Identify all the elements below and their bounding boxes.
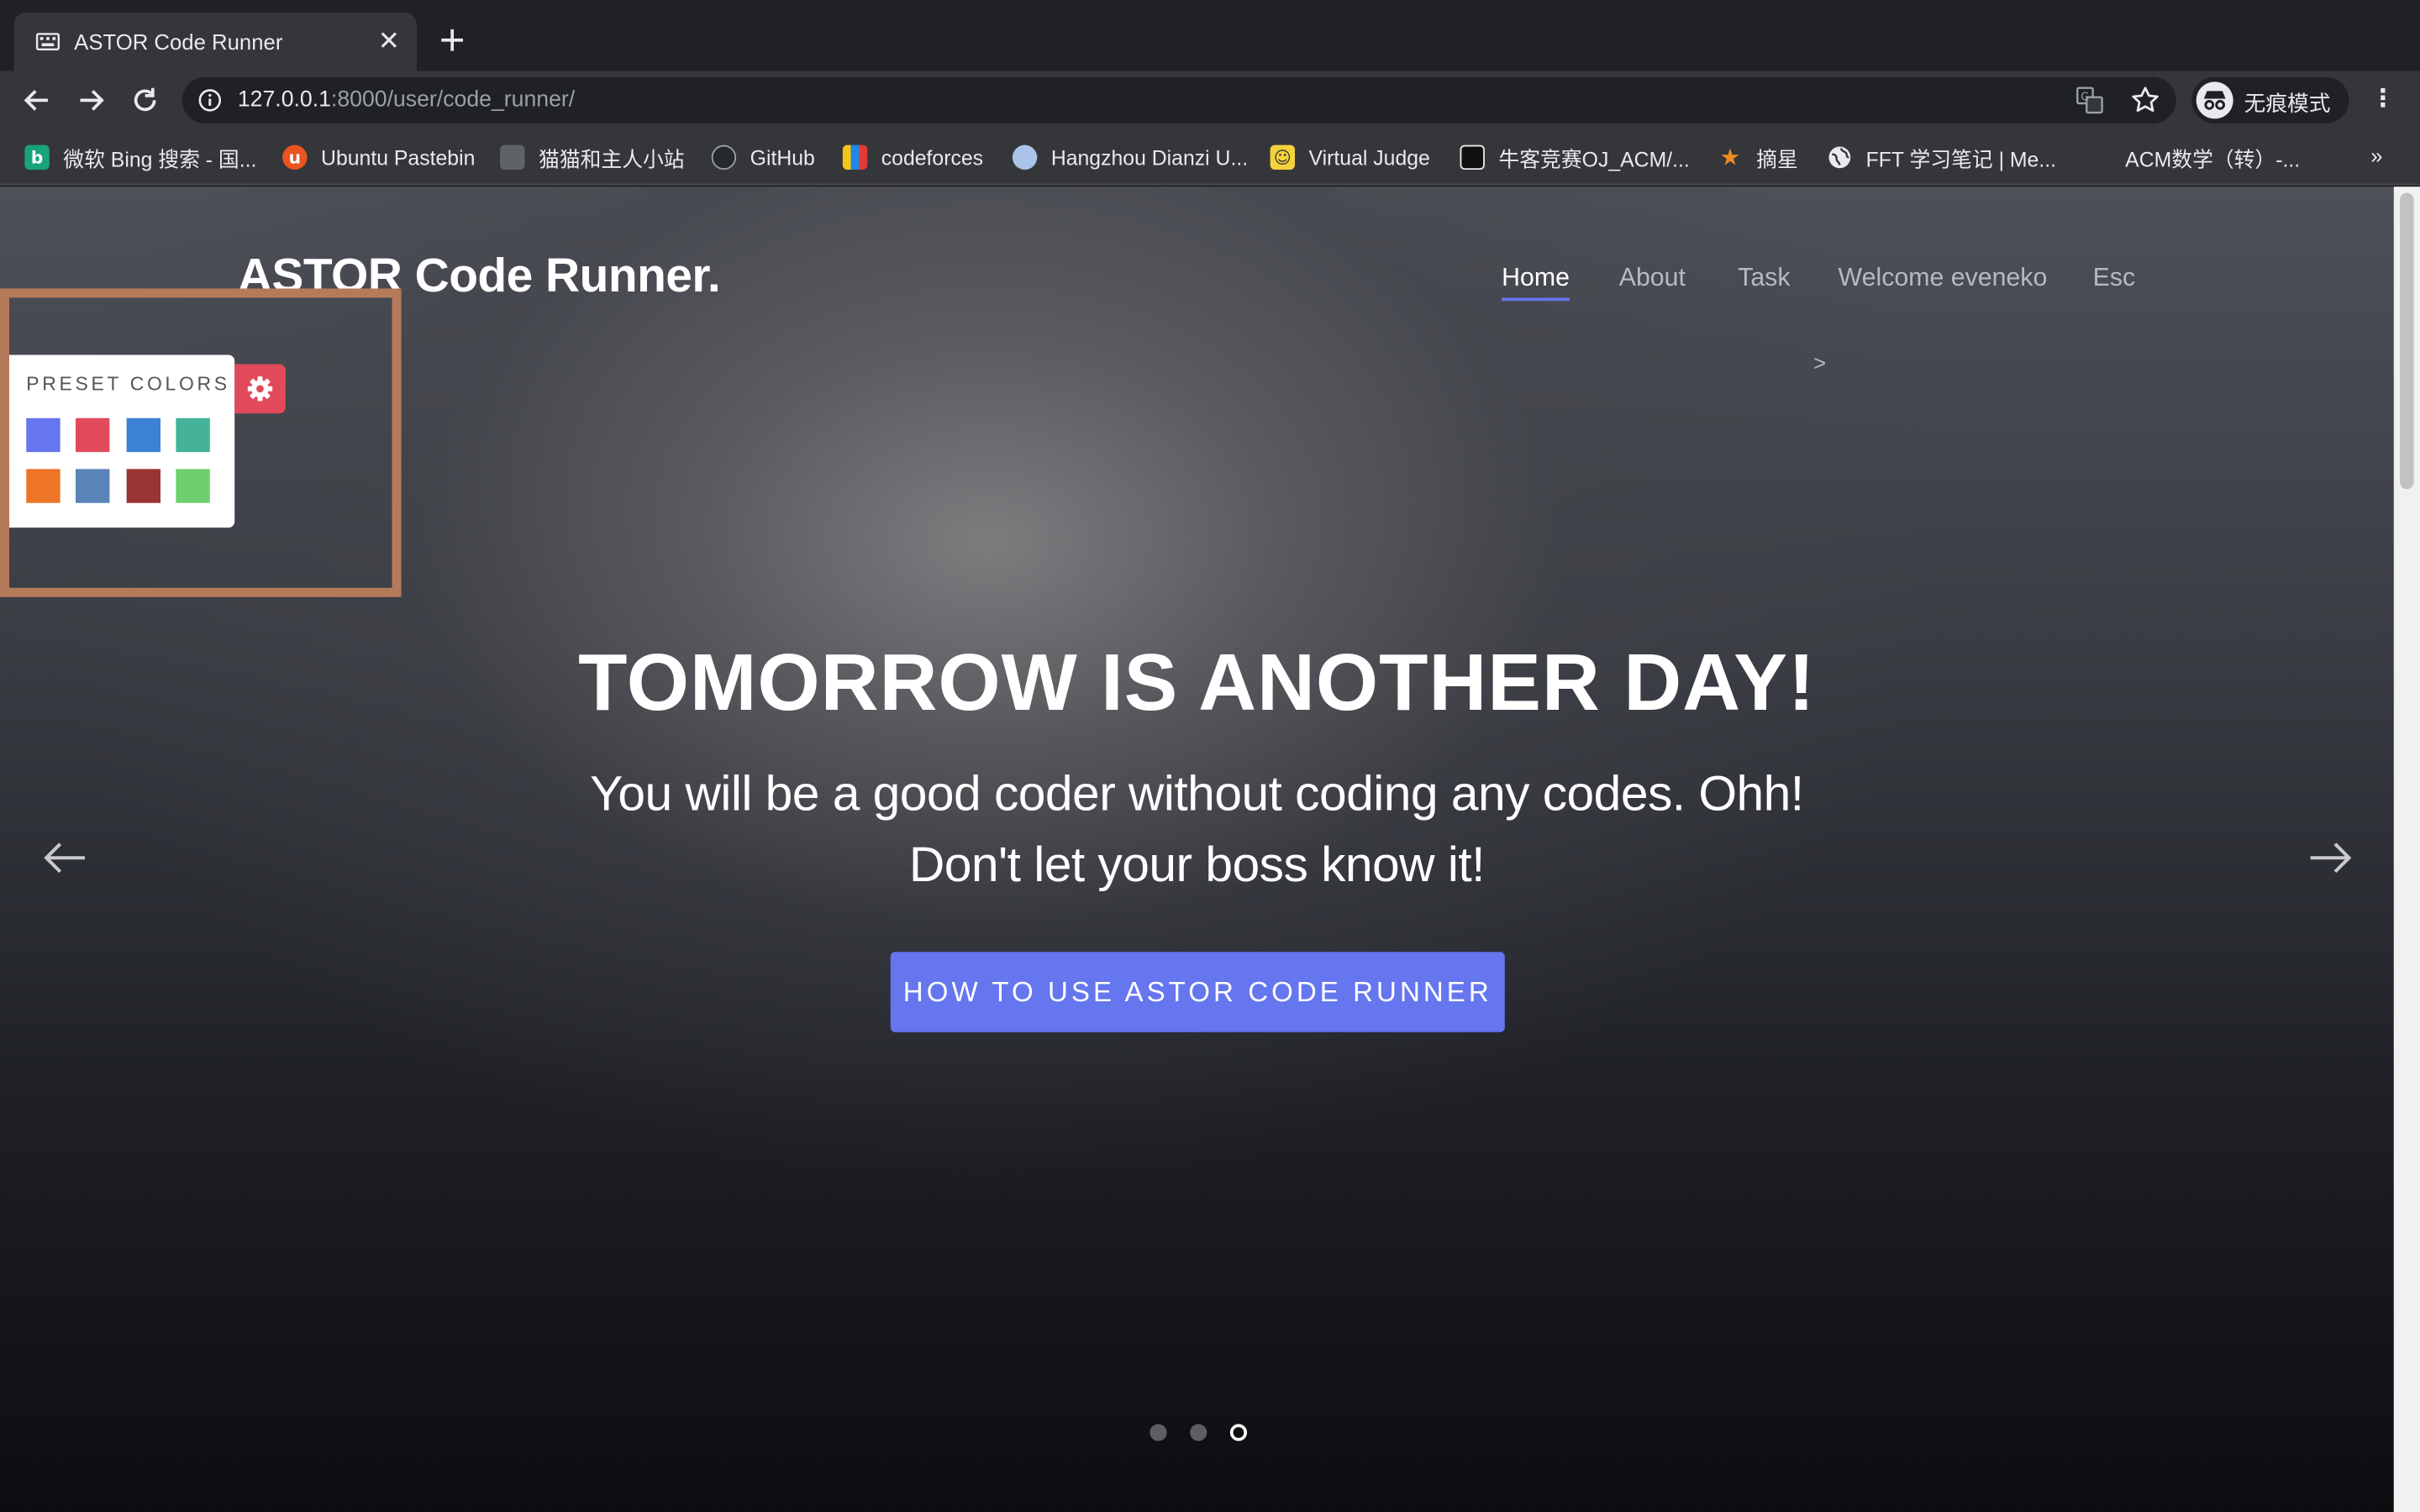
- bookmark-item[interactable]: FFT 学习笔记 | Me...: [1828, 144, 2056, 171]
- more-bookmarks-icon[interactable]: »: [2370, 144, 2382, 168]
- carousel-prev-arrow-icon[interactable]: [40, 833, 90, 883]
- bookmark-item[interactable]: GitHub: [711, 144, 815, 171]
- profile-label: 无痕模式: [2244, 91, 2331, 116]
- ubuntu-icon: u: [282, 144, 308, 171]
- globe-icon: [1828, 146, 1851, 169]
- url-host: 127.0.0.1: [237, 87, 331, 113]
- bookmark-label: codeforces: [881, 145, 984, 170]
- bookmark-item[interactable]: 猫猫和主人小站: [500, 144, 685, 171]
- color-swatch[interactable]: [126, 417, 161, 453]
- bookmark-label: 牛客竞赛OJ_ACM/...: [1498, 148, 1690, 171]
- bookmark-item[interactable]: b 微软 Bing 搜索 - 国...: [24, 144, 256, 171]
- hero-subtitle-line-2: Don't let your boss know it!: [908, 836, 1486, 892]
- svg-text:G: G: [2081, 91, 2089, 103]
- incognito-icon: [2196, 81, 2233, 119]
- carousel-indicator-1[interactable]: [1150, 1424, 1167, 1441]
- bookmark-item[interactable]: ACM数学（转）-...: [2086, 144, 2300, 171]
- browser-menu-icon[interactable]: ⋮: [2368, 85, 2399, 116]
- preset-colors-panel: PRESET COLORS: [9, 354, 235, 528]
- hero-page: ASTOR Code Runner. Home About Task Welco…: [0, 186, 2394, 1512]
- cat-icon: [500, 144, 525, 171]
- keyboard-favicon-icon: [35, 33, 60, 50]
- bookmark-label: GitHub: [750, 145, 815, 170]
- page-scrollbar[interactable]: [2393, 186, 2420, 1512]
- nav-task[interactable]: Task: [1738, 264, 1790, 293]
- color-swatch[interactable]: [126, 469, 161, 503]
- site-info-icon[interactable]: [197, 88, 222, 113]
- url-path: :8000/user/code_runner/: [330, 87, 576, 113]
- nav-active-underline: [1502, 297, 1570, 302]
- incognito-profile-button[interactable]: 无痕模式: [2191, 76, 2349, 123]
- bookmark-label: 摘星: [1756, 148, 1798, 171]
- bookmark-label: 猫猫和主人小站: [539, 148, 685, 171]
- bookmarks-bar: b 微软 Bing 搜索 - 国... u Ubuntu Pastebin 猫猫和主…: [0, 129, 2420, 186]
- nav-home[interactable]: Home: [1502, 264, 1570, 293]
- forward-icon[interactable]: [74, 83, 108, 117]
- bookmark-item[interactable]: u Ubuntu Pastebin: [282, 144, 475, 171]
- translate-icon[interactable]: G: [2075, 87, 2103, 114]
- preset-colors-label: PRESET COLORS: [26, 373, 230, 396]
- color-swatch[interactable]: [76, 469, 110, 503]
- carousel-indicator-2[interactable]: [1190, 1424, 1207, 1441]
- nav-about[interactable]: About: [1619, 264, 1686, 293]
- address-bar[interactable]: 127.0.0.1:8000/user/code_runner/ G: [182, 76, 2176, 123]
- star-bookmark-icon: ★: [1719, 143, 1741, 171]
- carousel-indicator-3[interactable]: [1229, 1424, 1248, 1441]
- color-swatch[interactable]: [26, 469, 60, 503]
- tab-strip: ASTOR Code Runner ✕: [0, 0, 2420, 71]
- bookmark-star-icon[interactable]: [2130, 85, 2161, 116]
- nav-welcome-user[interactable]: Welcome eveneko: [1839, 264, 2048, 293]
- url-text[interactable]: 127.0.0.1:8000/user/code_runner/: [238, 88, 575, 113]
- color-swatch[interactable]: [26, 417, 60, 453]
- color-swatch[interactable]: [176, 469, 210, 503]
- nav-esc[interactable]: Esc: [2093, 264, 2136, 293]
- bookmark-item[interactable]: Hangzhou Dianzi U...: [1012, 144, 1249, 171]
- settings-toggle-button[interactable]: [234, 364, 286, 414]
- nav-chevron-icon: >: [1813, 349, 1827, 375]
- gear-icon: [247, 376, 273, 402]
- how-to-use-button[interactable]: HOW TO USE ASTOR CODE RUNNER: [890, 952, 1505, 1032]
- close-tab-icon[interactable]: ✕: [373, 26, 404, 57]
- bookmark-item[interactable]: codeforces: [842, 144, 984, 171]
- bing-icon: b: [24, 144, 50, 171]
- github-icon: [711, 144, 737, 171]
- color-swatch[interactable]: [76, 417, 110, 453]
- bookmark-label: FFT 学习笔记 | Me...: [1865, 148, 2057, 171]
- reload-icon[interactable]: [128, 83, 161, 117]
- bookmark-label: Virtual Judge: [1308, 145, 1430, 170]
- nowcoder-icon: [1460, 144, 1485, 171]
- codeforces-icon: [842, 144, 868, 171]
- bookmark-label: ACM数学（转）-...: [2125, 148, 2301, 171]
- browser-toolbar: 127.0.0.1:8000/user/code_runner/ G 无痕模式 …: [0, 71, 2420, 130]
- color-swatch[interactable]: [176, 417, 210, 453]
- carousel-next-arrow-icon[interactable]: [2306, 833, 2355, 883]
- vjudge-icon: ☺: [1270, 144, 1296, 171]
- bookmark-item[interactable]: ★ 摘星: [1718, 144, 1798, 171]
- bookmark-label: Ubuntu Pastebin: [321, 145, 476, 170]
- hero-title: TOMORROW IS ANOTHER DAY!: [578, 638, 1816, 728]
- blank-page-icon: [2086, 144, 2112, 171]
- hdu-icon: [1012, 144, 1038, 171]
- tab-title: ASTOR Code Runner: [74, 29, 283, 55]
- bookmark-label: Hangzhou Dianzi U...: [1050, 145, 1249, 170]
- hero-subtitle-line-1: You will be a good coder without coding …: [590, 765, 1804, 822]
- new-tab-icon[interactable]: [434, 22, 471, 59]
- bookmark-label: 微软 Bing 搜索 - 国...: [63, 148, 257, 171]
- scrollbar-thumb[interactable]: [2400, 192, 2414, 490]
- bookmark-item[interactable]: 牛客竞赛OJ_ACM/...: [1460, 144, 1690, 171]
- browser-tab[interactable]: ASTOR Code Runner ✕: [13, 12, 417, 71]
- bookmark-item[interactable]: ☺ Virtual Judge: [1270, 144, 1430, 171]
- back-icon[interactable]: [20, 83, 54, 117]
